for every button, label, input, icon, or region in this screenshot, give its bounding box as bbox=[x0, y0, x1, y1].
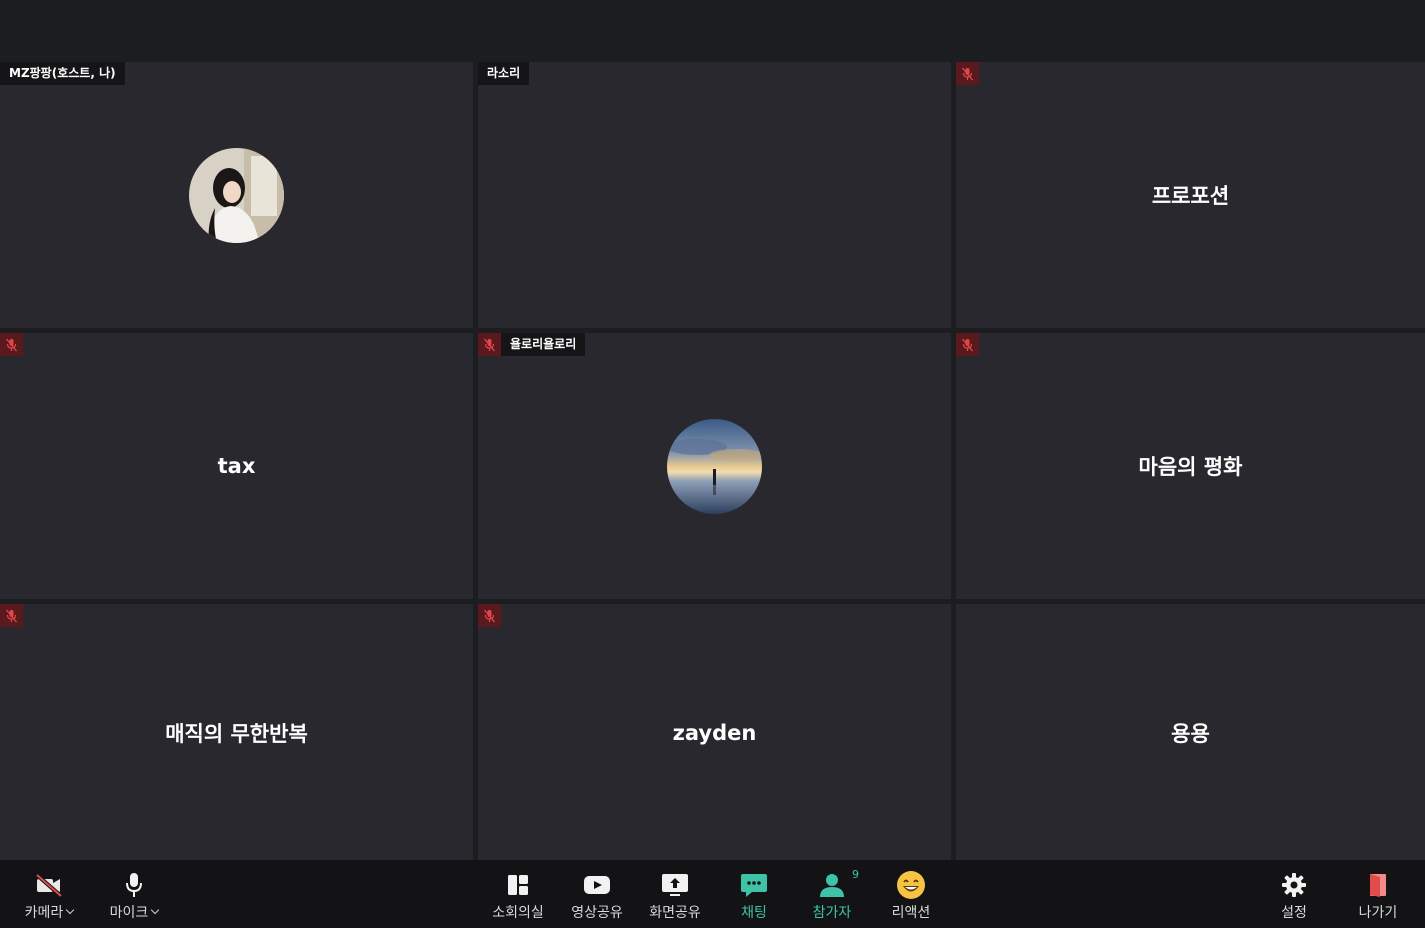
camera-label: 카메라 bbox=[24, 905, 64, 921]
participant-tile[interactable]: 프로포션 bbox=[956, 62, 1425, 328]
participant-tile[interactable]: 용용 bbox=[956, 604, 1425, 862]
participants-label: 참가자 bbox=[812, 905, 852, 921]
meeting-toolbar: 카메라 마이크 소회의실 영상공유 화면공유 채팅 9 참가자 리액션 설정 나… bbox=[0, 860, 1425, 928]
participants-icon: 9 bbox=[819, 868, 859, 900]
chat-label: 채팅 bbox=[741, 905, 767, 921]
camera-off-icon bbox=[34, 870, 64, 900]
participant-tile[interactable]: zayden bbox=[478, 604, 951, 862]
youtube-icon bbox=[583, 870, 611, 900]
breakout-rooms-button[interactable]: 소회의실 bbox=[487, 860, 549, 928]
exit-door-icon bbox=[1367, 870, 1389, 900]
participant-display-name: 마음의 평화 bbox=[1138, 455, 1243, 479]
reaction-button[interactable]: 리액션 bbox=[880, 860, 942, 928]
participant-display-name: 매직의 무한반복 bbox=[165, 722, 308, 746]
video-grid: MZ팡팡(호스트, 나) 라소리 프로포션 tax 욜로리욜로리 마음의 평화 … bbox=[0, 62, 1425, 862]
participant-avatar bbox=[189, 147, 284, 243]
microphone-label: 마이크 bbox=[109, 905, 149, 921]
video-share-button[interactable]: 영상공유 bbox=[566, 860, 628, 928]
woman-photo-avatar bbox=[189, 147, 284, 243]
participant-display-name: tax bbox=[217, 454, 256, 478]
participant-tile[interactable]: 라소리 bbox=[478, 62, 951, 328]
chat-button[interactable]: 채팅 bbox=[723, 860, 785, 928]
sunset-photo-avatar bbox=[667, 418, 762, 514]
meeting-app: MZ팡팡(호스트, 나) 라소리 프로포션 tax 욜로리욜로리 마음의 평화 … bbox=[0, 0, 1425, 928]
participant-tile[interactable]: tax bbox=[0, 333, 473, 599]
participant-tile[interactable]: 마음의 평화 bbox=[956, 333, 1425, 599]
gear-icon bbox=[1281, 870, 1307, 900]
participant-tile[interactable]: 욜로리욜로리 bbox=[478, 333, 951, 599]
chat-icon bbox=[740, 870, 768, 900]
microphone-icon bbox=[124, 870, 144, 900]
participant-display-name: zayden bbox=[672, 721, 757, 745]
settings-button[interactable]: 설정 bbox=[1263, 860, 1325, 928]
participant-tile[interactable]: MZ팡팡(호스트, 나) bbox=[0, 62, 473, 328]
breakout-rooms-label: 소회의실 bbox=[492, 905, 544, 921]
participants-count-badge: 9 bbox=[852, 868, 859, 881]
screen-share-icon bbox=[661, 870, 689, 900]
leave-label: 나가기 bbox=[1358, 905, 1398, 921]
microphone-button[interactable]: 마이크 bbox=[103, 860, 165, 928]
participant-display-name: 용용 bbox=[1171, 722, 1210, 746]
tile-header: 라소리 bbox=[478, 62, 530, 85]
chevron-down-icon[interactable] bbox=[66, 905, 75, 915]
chevron-down-icon[interactable] bbox=[151, 905, 160, 915]
screen-share-label: 화면공유 bbox=[649, 905, 701, 921]
participant-avatar bbox=[667, 418, 762, 514]
screen-share-button[interactable]: 화면공유 bbox=[644, 860, 706, 928]
participant-name-label: 라소리 bbox=[478, 62, 530, 85]
participant-display-name: 프로포션 bbox=[1151, 184, 1230, 208]
top-bar bbox=[0, 0, 1425, 62]
breakout-rooms-icon bbox=[506, 870, 530, 900]
reaction-label: 리액션 bbox=[891, 905, 931, 921]
leave-button[interactable]: 나가기 bbox=[1347, 860, 1409, 928]
smile-icon bbox=[896, 870, 926, 900]
participants-button[interactable]: 9 참가자 bbox=[801, 860, 863, 928]
camera-button[interactable]: 카메라 bbox=[18, 860, 80, 928]
participant-tile[interactable]: 매직의 무한반복 bbox=[0, 604, 473, 862]
video-share-label: 영상공유 bbox=[571, 905, 623, 921]
settings-label: 설정 bbox=[1281, 905, 1307, 921]
